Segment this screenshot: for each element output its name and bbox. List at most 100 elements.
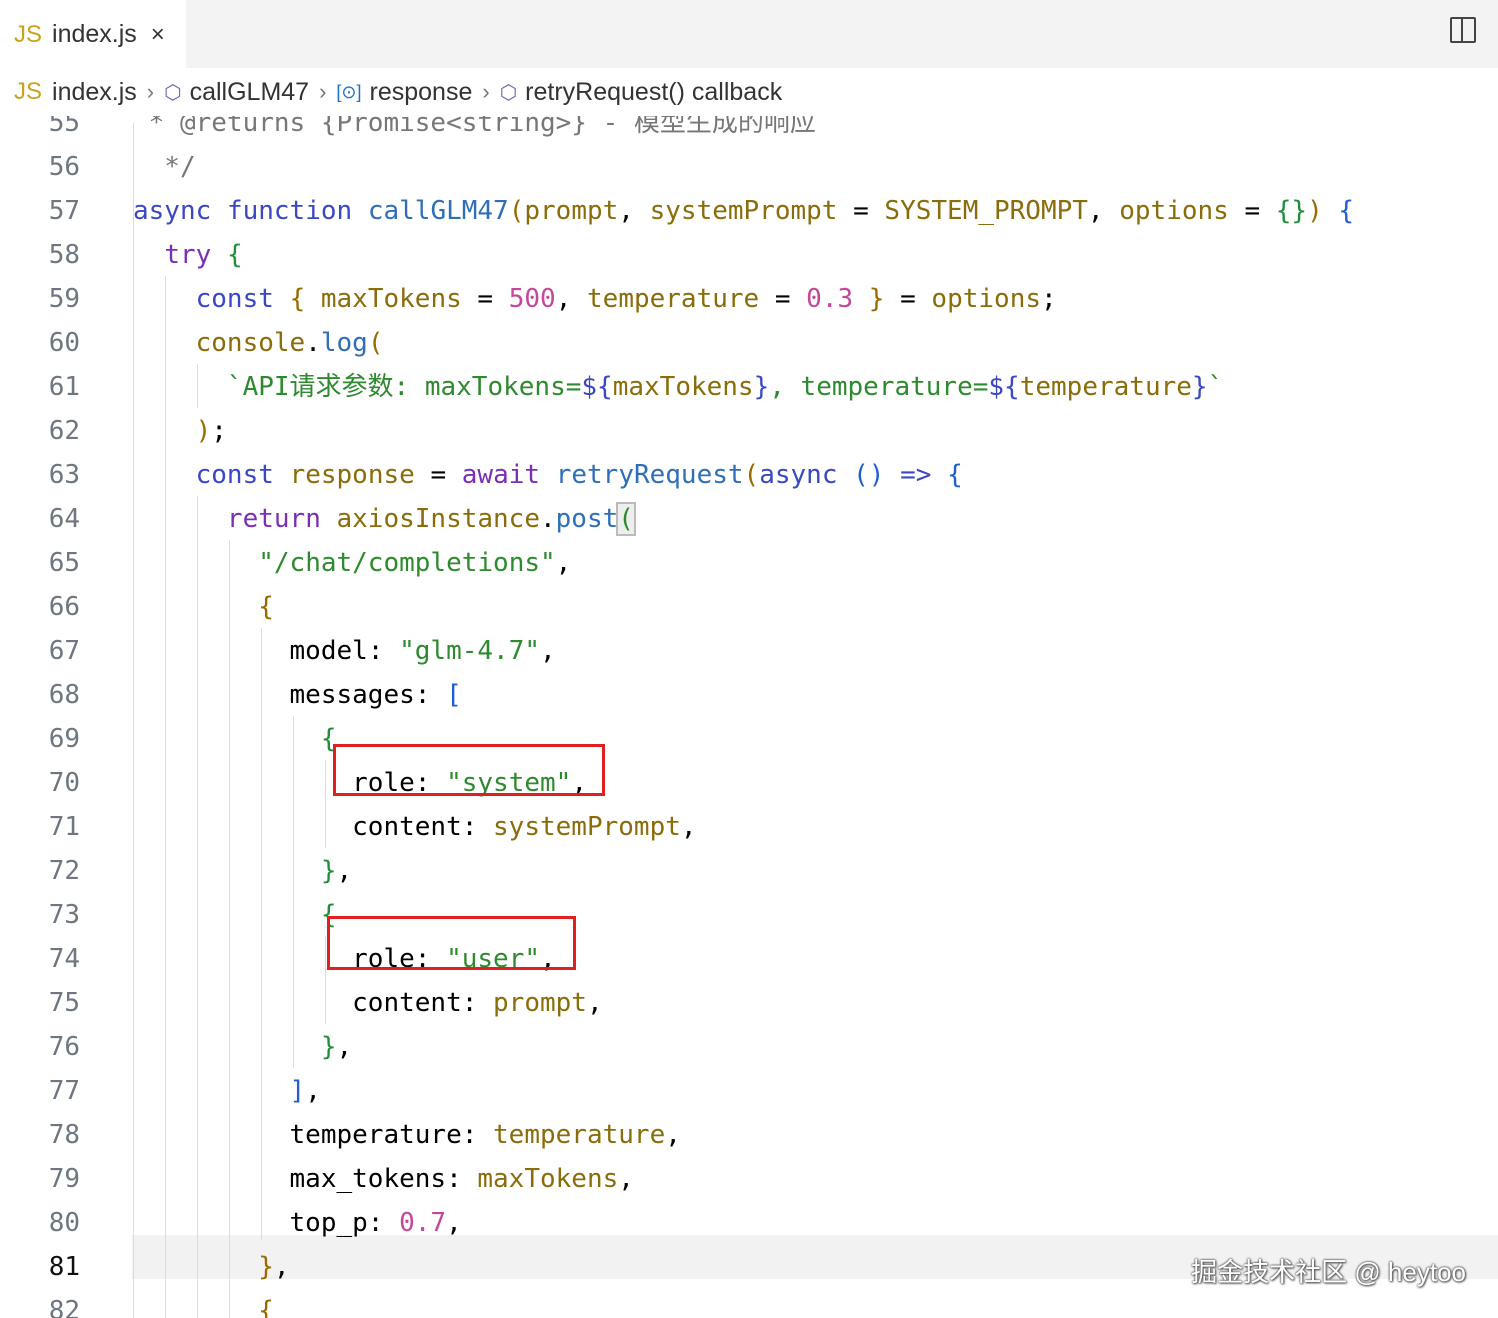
code-text[interactable]: top_p: 0.7, xyxy=(133,1201,462,1245)
code-text[interactable]: console.log( xyxy=(133,321,384,365)
breadcrumb-function[interactable]: callGLM47 xyxy=(190,78,310,107)
chevron-right-icon: › xyxy=(146,79,155,104)
variable-icon: [⊙] xyxy=(336,81,362,102)
code-text[interactable]: try { xyxy=(133,233,242,277)
code-text[interactable]: { xyxy=(133,585,274,629)
function-icon: ⬡ xyxy=(499,81,518,104)
code-text[interactable]: "/chat/completions", xyxy=(133,541,571,585)
code-line[interactable]: 80 top_p: 0.7, xyxy=(0,1201,1498,1245)
code-text[interactable]: `API请求参数: maxTokens=${maxTokens}, temper… xyxy=(133,365,1223,409)
line-number: 67 xyxy=(48,636,80,666)
code-line[interactable]: 78 temperature: temperature, xyxy=(0,1113,1498,1157)
watermark: 掘金技术社区 @ heytoo xyxy=(1191,1257,1466,1287)
code-text[interactable]: messages: [ xyxy=(133,673,462,717)
line-number: 56 xyxy=(48,152,80,182)
code-line[interactable]: 71 content: systemPrompt, xyxy=(0,805,1498,849)
code-text[interactable]: max_tokens: maxTokens, xyxy=(133,1157,634,1201)
code-line[interactable]: 66 { xyxy=(0,585,1498,629)
line-number: 66 xyxy=(48,592,80,622)
line-number: 74 xyxy=(48,944,80,974)
code-text[interactable]: { xyxy=(133,893,337,937)
breadcrumb-callback[interactable]: retryRequest() callback xyxy=(525,78,782,107)
line-number: 62 xyxy=(48,416,80,446)
function-icon: ⬡ xyxy=(164,81,182,104)
line-number: 79 xyxy=(48,1164,80,1194)
code-line[interactable]: 82 { xyxy=(0,1289,1498,1318)
code-line[interactable]: 79 max_tokens: maxTokens, xyxy=(0,1157,1498,1201)
code-line[interactable]: 65 "/chat/completions", xyxy=(0,541,1498,585)
code-text[interactable]: }, xyxy=(133,1025,352,1069)
code-text[interactable]: model: "glm-4.7", xyxy=(133,629,556,673)
code-line[interactable]: 59 const { maxTokens = 500, temperature … xyxy=(0,277,1498,321)
line-number: 71 xyxy=(48,812,80,842)
close-icon[interactable]: × xyxy=(151,21,165,49)
code-line[interactable]: 64 return axiosInstance.post( xyxy=(0,497,1498,541)
line-number: 68 xyxy=(48,680,80,710)
split-editor-icon[interactable] xyxy=(1450,17,1476,43)
role-system-highlight xyxy=(333,744,605,796)
code-text[interactable]: temperature: temperature, xyxy=(133,1113,681,1157)
js-file-icon: JS xyxy=(14,20,43,48)
code-line[interactable]: 75 content: prompt, xyxy=(0,981,1498,1025)
code-line[interactable]: 70 role: "system", xyxy=(0,761,1498,805)
code-line[interactable]: 63 const response = await retryRequest(a… xyxy=(0,453,1498,497)
breadcrumb-file[interactable]: index.js xyxy=(52,78,137,107)
line-number: 61 xyxy=(48,372,80,402)
tab-bar: JS index.js × xyxy=(0,0,1498,69)
line-number: 57 xyxy=(48,196,80,226)
line-number: 58 xyxy=(48,240,80,270)
js-file-icon: JS xyxy=(14,78,43,105)
code-text[interactable]: content: systemPrompt, xyxy=(133,805,696,849)
code-line[interactable]: 67 model: "glm-4.7", xyxy=(0,629,1498,673)
code-line[interactable]: 62 ); xyxy=(0,409,1498,453)
chevron-right-icon: › xyxy=(482,79,490,104)
line-number: 69 xyxy=(48,724,80,754)
code-text[interactable]: { xyxy=(133,1289,274,1318)
code-text[interactable]: async function callGLM47(prompt, systemP… xyxy=(133,189,1354,233)
breadcrumb-variable[interactable]: response xyxy=(370,78,473,107)
chevron-right-icon: › xyxy=(319,79,327,104)
role-user-highlight xyxy=(327,916,576,970)
line-number: 65 xyxy=(48,548,80,578)
line-number: 81 xyxy=(48,1252,80,1282)
line-number: 76 xyxy=(48,1032,80,1062)
line-number: 82 xyxy=(48,1296,80,1318)
line-number: 78 xyxy=(48,1120,80,1150)
code-line[interactable]: 58 try { xyxy=(0,233,1498,277)
line-number: 63 xyxy=(48,460,80,490)
code-line[interactable]: 77 ], xyxy=(0,1069,1498,1113)
code-text[interactable]: }, xyxy=(133,1245,289,1289)
code-line[interactable]: 60 console.log( xyxy=(0,321,1498,365)
code-line[interactable]: 61 `API请求参数: maxTokens=${maxTokens}, tem… xyxy=(0,365,1498,409)
code-line[interactable]: 76 }, xyxy=(0,1025,1498,1069)
code-line[interactable]: 69 { xyxy=(0,717,1498,761)
line-number: 75 xyxy=(48,988,80,1018)
code-text[interactable]: ], xyxy=(133,1069,321,1113)
tab-index-js[interactable]: JS index.js × xyxy=(0,0,186,69)
code-editor[interactable]: 55 * @returns {Promise<string>} - 模型生成的响… xyxy=(0,108,1498,1318)
line-number: 70 xyxy=(48,768,80,798)
code-text[interactable]: const { maxTokens = 500, temperature = 0… xyxy=(133,277,1057,321)
breadcrumb: JS index.js › ⬡ callGLM47 › [⊙] response… xyxy=(0,68,1498,116)
code-text[interactable]: return axiosInstance.post( xyxy=(133,497,636,541)
code-line[interactable]: 68 messages: [ xyxy=(0,673,1498,717)
line-number: 77 xyxy=(48,1076,80,1106)
line-number: 60 xyxy=(48,328,80,358)
code-line[interactable]: 56 */ xyxy=(0,145,1498,189)
line-number: 64 xyxy=(48,504,80,534)
code-text[interactable]: { xyxy=(133,717,337,761)
tab-title: index.js xyxy=(52,20,137,48)
code-line[interactable]: 74 role: "user", xyxy=(0,937,1498,981)
code-text[interactable]: const response = await retryRequest(asyn… xyxy=(133,453,963,497)
code-line[interactable]: 72 }, xyxy=(0,849,1498,893)
code-line[interactable]: 57 async function callGLM47(prompt, syste… xyxy=(0,189,1498,233)
code-text[interactable]: ); xyxy=(133,409,227,453)
line-number: 59 xyxy=(48,284,80,314)
code-text[interactable]: */ xyxy=(133,145,195,189)
code-text[interactable]: content: prompt, xyxy=(133,981,602,1025)
line-number: 72 xyxy=(48,856,80,886)
line-number: 80 xyxy=(48,1208,80,1238)
line-number: 73 xyxy=(48,900,80,930)
code-text[interactable]: }, xyxy=(133,849,352,893)
code-line[interactable]: 73 { xyxy=(0,893,1498,937)
